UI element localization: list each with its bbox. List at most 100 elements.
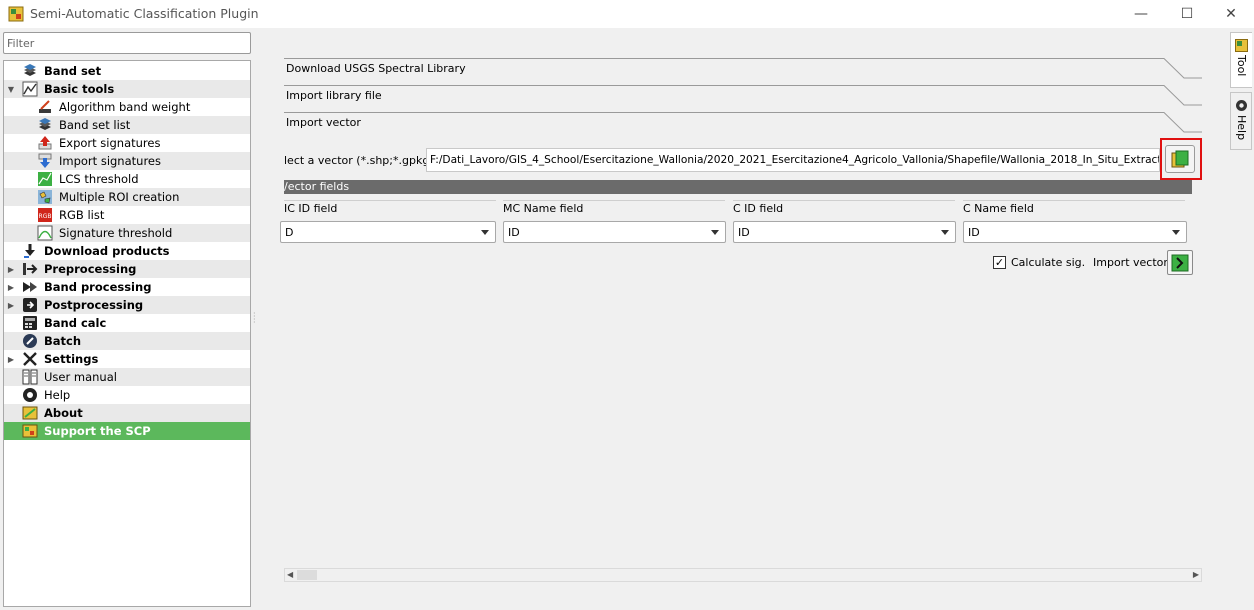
select-vector-label: lect a vector (*.shp;*.gpkg) [284, 154, 434, 167]
tree-item-label: Algorithm band weight [59, 100, 191, 114]
band-calc-icon [22, 315, 38, 331]
tree-item-label: Band set [44, 64, 102, 78]
preprocessing-icon [22, 261, 38, 277]
section-download-usgs[interactable]: Download USGS Spectral Library [284, 58, 1202, 84]
horizontal-scrollbar[interactable]: ◀ ▶ [284, 568, 1202, 582]
combo-value: ID [968, 226, 980, 239]
expand-right-icon[interactable]: ▶ [6, 278, 16, 296]
tree-item-basic-tools[interactable]: ▼ Basic tools [4, 80, 250, 98]
section-label: Import vector [286, 116, 361, 129]
band-set-icon [22, 63, 38, 79]
expand-down-icon[interactable]: ▼ [6, 80, 16, 98]
tree-item-help[interactable]: Help [4, 386, 250, 404]
close-button[interactable]: ✕ [1208, 0, 1254, 28]
tree-item-postprocessing[interactable]: ▶ Postprocessing [4, 296, 250, 314]
filter-input[interactable] [3, 32, 251, 54]
tree-item-label: Help [44, 388, 71, 402]
tree-item-label: Support the SCP [44, 424, 151, 438]
tree-item-preprocessing[interactable]: ▶ Preprocessing [4, 260, 250, 278]
tree-item-about[interactable]: About [4, 404, 250, 422]
section-divider [284, 112, 1202, 133]
tree-item-label: Band processing [44, 280, 152, 294]
vector-path-field[interactable]: F:/Dati_Lavoro/GIS_4_School/Esercitazion… [426, 148, 1160, 172]
import-vector-button[interactable] [1167, 250, 1193, 275]
mc-id-field-label: IC ID field [284, 200, 496, 216]
tree-item-label: Download products [44, 244, 170, 258]
section-import-library[interactable]: Import library file [284, 85, 1202, 111]
tree-item-label: Postprocessing [44, 298, 144, 312]
basic-tools-icon [22, 81, 38, 97]
tree-item-label: Band set list [59, 118, 131, 132]
tab-help-label: Help [1235, 115, 1248, 141]
title-bar: Semi-Automatic Classification Plugin — ☐… [0, 0, 1254, 28]
band-set-list-icon [37, 117, 53, 133]
tree-item-label: RGB list [59, 208, 105, 222]
tree-item-label: Basic tools [44, 82, 115, 96]
import-vector-label: Import vector [1093, 256, 1168, 269]
chevron-down-icon [481, 230, 489, 235]
tree-item-label: Preprocessing [44, 262, 137, 276]
tree-item-band-set[interactable]: Band set [4, 62, 250, 80]
tree-item-download-products[interactable]: Download products [4, 242, 250, 260]
tree-item-rgb-list[interactable]: RGB RGB list [4, 206, 250, 224]
scroll-thumb[interactable] [297, 570, 317, 580]
tree-item-band-calc[interactable]: Band calc [4, 314, 250, 332]
scp-app-icon [8, 6, 24, 22]
tree-item-label: Signature threshold [59, 226, 173, 240]
rgb-list-icon: RGB [37, 207, 53, 223]
mc-id-field-select[interactable]: D [280, 221, 496, 243]
tab-tool[interactable]: Tool [1230, 32, 1252, 88]
c-id-field-label: C ID field [733, 200, 955, 216]
c-name-field-label: C Name field [963, 200, 1185, 216]
tool-tree: Band set ▼ Basic tools Algorithm band weigh… [3, 60, 251, 607]
expand-right-icon[interactable]: ▶ [6, 260, 16, 278]
scroll-left-icon[interactable]: ◀ [287, 570, 293, 579]
tree-item-band-set-list[interactable]: Band set list [4, 116, 250, 134]
main-panel: Download USGS Spectral Library Import li… [256, 30, 1228, 610]
combo-value: D [285, 226, 294, 239]
chevron-down-icon [941, 230, 949, 235]
mc-name-field-select[interactable]: ID [503, 221, 726, 243]
import-signatures-icon [37, 153, 53, 169]
section-label: Download USGS Spectral Library [286, 62, 466, 75]
run-icon [1171, 254, 1189, 271]
open-vector-button[interactable] [1165, 145, 1195, 173]
tree-item-label: Multiple ROI creation [59, 190, 180, 204]
multiple-roi-icon [37, 189, 53, 205]
calculate-sig-checkbox[interactable]: ✓ [993, 256, 1006, 269]
mc-name-field-label: MC Name field [503, 200, 725, 216]
scroll-right-icon[interactable]: ▶ [1193, 570, 1199, 579]
tree-item-import-signatures[interactable]: Import signatures [4, 152, 250, 170]
open-file-icon [1171, 150, 1189, 168]
tree-item-label: Settings [44, 352, 99, 366]
tree-item-multiple-roi-creation[interactable]: Multiple ROI creation [4, 188, 250, 206]
tree-item-user-manual[interactable]: User manual [4, 368, 250, 386]
expand-right-icon[interactable]: ▶ [6, 350, 16, 368]
batch-icon [22, 333, 38, 349]
minimize-button[interactable]: — [1118, 0, 1164, 28]
tab-help[interactable]: Help [1230, 92, 1252, 150]
maximize-button[interactable]: ☐ [1164, 0, 1210, 28]
tree-item-label: Export signatures [59, 136, 161, 150]
tree-item-export-signatures[interactable]: Export signatures [4, 134, 250, 152]
side-tabs: Tool Help [1228, 30, 1254, 610]
tree-item-batch[interactable]: Batch [4, 332, 250, 350]
support-icon [22, 423, 38, 439]
tree-item-band-processing[interactable]: ▶ Band processing [4, 278, 250, 296]
band-processing-icon [22, 279, 38, 295]
tree-item-settings[interactable]: ▶ Settings [4, 350, 250, 368]
settings-icon [22, 351, 38, 367]
expand-right-icon[interactable]: ▶ [6, 296, 16, 314]
tree-item-lcs-threshold[interactable]: LCS threshold [4, 170, 250, 188]
svg-text:RGB: RGB [39, 213, 52, 220]
signature-threshold-icon [37, 225, 53, 241]
vector-fields-header: /ector fields [284, 180, 1192, 194]
tree-item-algorithm-band-weight[interactable]: Algorithm band weight [4, 98, 250, 116]
tree-item-label: User manual [44, 370, 117, 384]
c-name-field-select[interactable]: ID [963, 221, 1187, 243]
chevron-down-icon [711, 230, 719, 235]
section-import-vector[interactable]: Import vector [284, 112, 1202, 138]
c-id-field-select[interactable]: ID [733, 221, 956, 243]
tree-item-signature-threshold[interactable]: Signature threshold [4, 224, 250, 242]
tree-item-support-the-scp[interactable]: Support the SCP [4, 422, 250, 440]
